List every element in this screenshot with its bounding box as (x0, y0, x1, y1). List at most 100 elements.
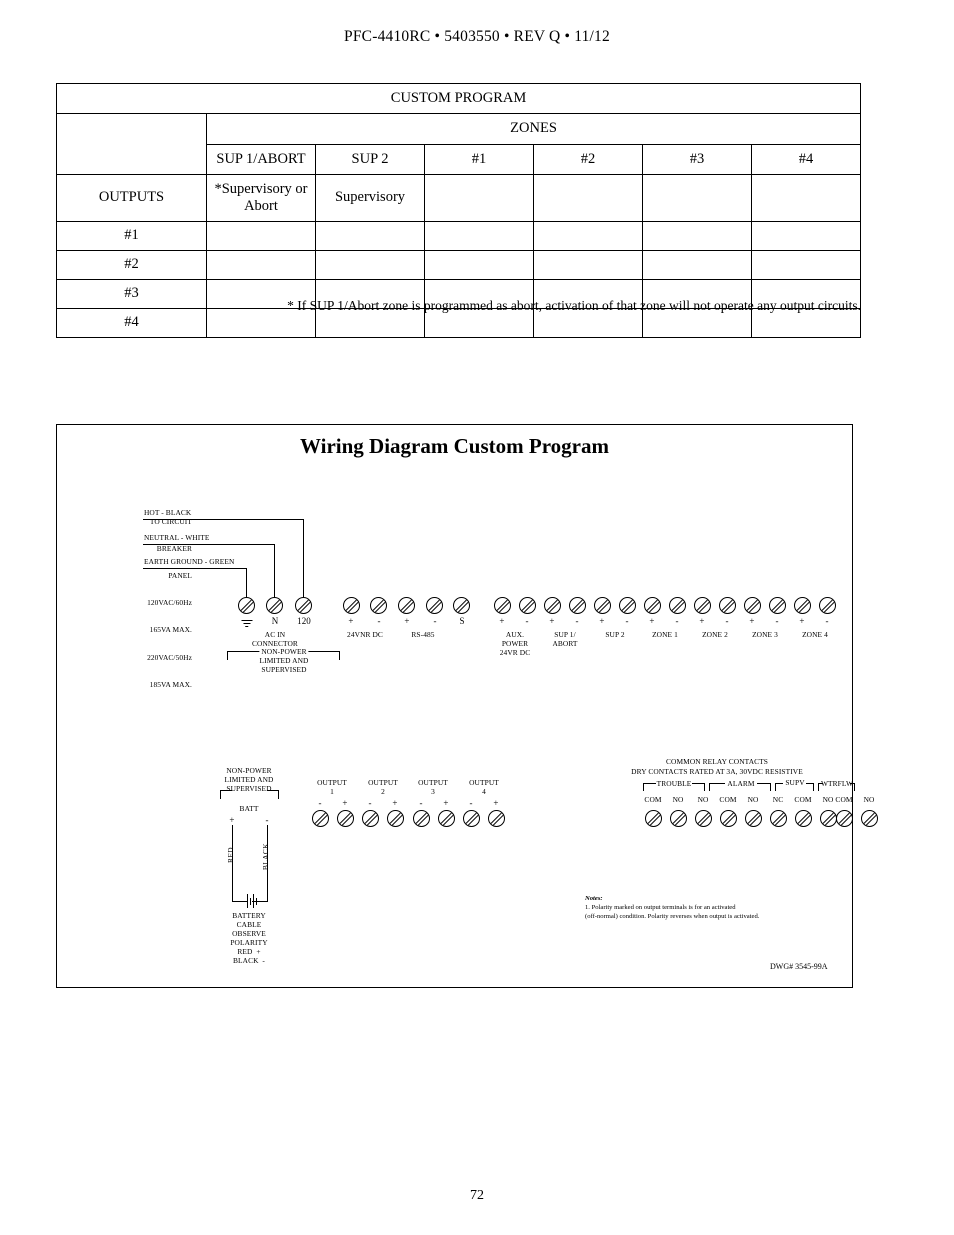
cell-out1-z2[interactable] (533, 221, 643, 251)
terminal-screw-ac-neutral[interactable] (266, 597, 283, 614)
output3-label-line2: 3 (431, 787, 435, 796)
relay-terminal-label-supv-no: NO (822, 795, 834, 804)
terminal-screw-24vnr-minus[interactable] (370, 597, 387, 614)
polarity-output3-plus: + (443, 798, 449, 808)
terminal-screw-zone3-plus[interactable] (744, 597, 761, 614)
mains-line-2: BREAKER (156, 544, 192, 554)
group-label-sup1abort-line1: SUP 1/ (554, 630, 576, 639)
relay-bracket-supv-right (806, 783, 814, 791)
terminal-screw-ac-120[interactable] (295, 597, 312, 614)
group-label-aux-line1: AUX. (505, 630, 525, 639)
terminal-screw-output4-plus[interactable] (488, 810, 505, 827)
terminal-screw-wtrflw-no[interactable] (861, 810, 878, 827)
cell-out1-z4[interactable] (750, 221, 862, 251)
terminal-screw-sup2-minus[interactable] (619, 597, 636, 614)
terminal-screw-trouble-no1[interactable] (670, 810, 687, 827)
polarity-output2-minus: - (368, 798, 372, 808)
wire-neutral-vertical (274, 544, 275, 601)
terminal-screw-sup2-plus[interactable] (594, 597, 611, 614)
type-cell-z1[interactable] (424, 174, 534, 222)
wire-label-hot: HOT - BLACK (144, 508, 192, 517)
polarity-output4-minus: - (469, 798, 473, 808)
terminal-screw-output2-minus[interactable] (362, 810, 379, 827)
cell-out2-z1[interactable] (424, 250, 534, 280)
terminal-screw-zone2-plus[interactable] (694, 597, 711, 614)
relay-terminal-label-supv-com: COM (794, 795, 812, 804)
cell-out1-z3[interactable] (642, 221, 752, 251)
terminal-screw-alarm-nc[interactable] (770, 810, 787, 827)
terminal-screw-rs485-s[interactable] (453, 597, 470, 614)
terminal-screw-sup1abort-plus[interactable] (544, 597, 561, 614)
battery-bracket-line2: LIMITED AND (224, 775, 274, 784)
output4-label-line2: 4 (482, 787, 486, 796)
table-row: #2 (56, 250, 862, 280)
notes-title: Notes: (585, 895, 603, 902)
wire-neutral-horizontal (143, 544, 275, 545)
ac-bracket-label: NON-POWER (259, 647, 309, 657)
group-label-sup1abort-line2: ABORT (552, 639, 578, 648)
terminal-screw-ac-ground[interactable] (238, 597, 255, 614)
terminal-screw-sup1abort-minus[interactable] (569, 597, 586, 614)
ac-terminal-label-n: N (271, 616, 279, 626)
terminal-screw-output1-minus[interactable] (312, 810, 329, 827)
terminal-screw-zone4-minus[interactable] (819, 597, 836, 614)
terminal-screw-supv-com[interactable] (795, 810, 812, 827)
terminal-screw-output1-plus[interactable] (337, 810, 354, 827)
cell-out2-z2[interactable] (533, 250, 643, 280)
terminal-screw-supv-no[interactable] (820, 810, 837, 827)
cell-out2-sup1abort[interactable] (206, 250, 316, 280)
terminal-screw-aux-plus[interactable] (494, 597, 511, 614)
terminal-screw-wtrflw-com[interactable] (836, 810, 853, 827)
relay-bracket-alarm-right (757, 783, 771, 791)
polarity-aux-plus: + (499, 616, 505, 626)
notes-line-1: 1. Polarity marked on output terminals i… (585, 903, 736, 911)
outputs-label-cell: OUTPUTS (56, 174, 207, 222)
terminal-screw-output3-minus[interactable] (413, 810, 430, 827)
terminal-screw-zone1-minus[interactable] (669, 597, 686, 614)
terminal-screw-output3-plus[interactable] (438, 810, 455, 827)
cell-out2-z3[interactable] (642, 250, 752, 280)
terminal-screw-trouble-no2[interactable] (695, 810, 712, 827)
battery-wire-label-red: RED (226, 847, 235, 863)
mains-line-5: 165VA MAX. (149, 625, 192, 635)
col-header-z3: #3 (642, 144, 752, 175)
battery-bracket-line1: NON-POWER (226, 766, 272, 775)
terminal-screw-alarm-com[interactable] (720, 810, 737, 827)
output2-label-line2: 2 (381, 787, 385, 796)
mains-line-6: 220VAC/50Hz (147, 652, 192, 662)
wire-hot-horizontal (143, 519, 304, 520)
cell-out2-sup2[interactable] (315, 250, 425, 280)
terminal-screw-rs485-minus[interactable] (426, 597, 443, 614)
battery-caption-6: BLACK - (232, 956, 266, 965)
cell-out2-z4[interactable] (750, 250, 862, 280)
cell-out1-sup2[interactable] (315, 221, 425, 251)
terminal-screw-rs485-plus[interactable] (398, 597, 415, 614)
type-cell-sup1abort: *Supervisory or Abort (206, 174, 316, 222)
type-cell-z2[interactable] (533, 174, 643, 222)
output1-label-line1: OUTPUT (317, 778, 347, 787)
relay-terminal-label-alarm-no: NO (747, 795, 759, 804)
col-header-z2: #2 (533, 144, 643, 175)
cell-out1-sup1abort[interactable] (206, 221, 316, 251)
type-cell-z4[interactable] (750, 174, 862, 222)
terminal-screw-output2-plus[interactable] (387, 810, 404, 827)
cell-out1-z1[interactable] (424, 221, 534, 251)
polarity-output2-plus: + (392, 798, 398, 808)
terminal-screw-trouble-com[interactable] (645, 810, 662, 827)
table-footnote: * If SUP 1/Abort zone is programmed as a… (287, 298, 861, 313)
terminal-screw-zone4-plus[interactable] (794, 597, 811, 614)
wire-hot-vertical (303, 519, 304, 601)
polarity-24vnr-plus: + (348, 616, 354, 626)
terminal-screw-aux-minus[interactable] (519, 597, 536, 614)
terminal-screw-24vnr-plus[interactable] (343, 597, 360, 614)
terminal-screw-zone1-plus[interactable] (644, 597, 661, 614)
battery-wire-label-black: BLACK (261, 843, 270, 871)
terminal-screw-output4-minus[interactable] (463, 810, 480, 827)
type-cell-z3[interactable] (642, 174, 752, 222)
page-number: 72 (470, 1188, 484, 1203)
ac-bracket-line3: SUPERVISED (261, 665, 307, 674)
terminal-screw-alarm-no[interactable] (745, 810, 762, 827)
mains-line-7: 185VA MAX. (149, 679, 192, 689)
terminal-screw-zone2-minus[interactable] (719, 597, 736, 614)
terminal-screw-zone3-minus[interactable] (769, 597, 786, 614)
